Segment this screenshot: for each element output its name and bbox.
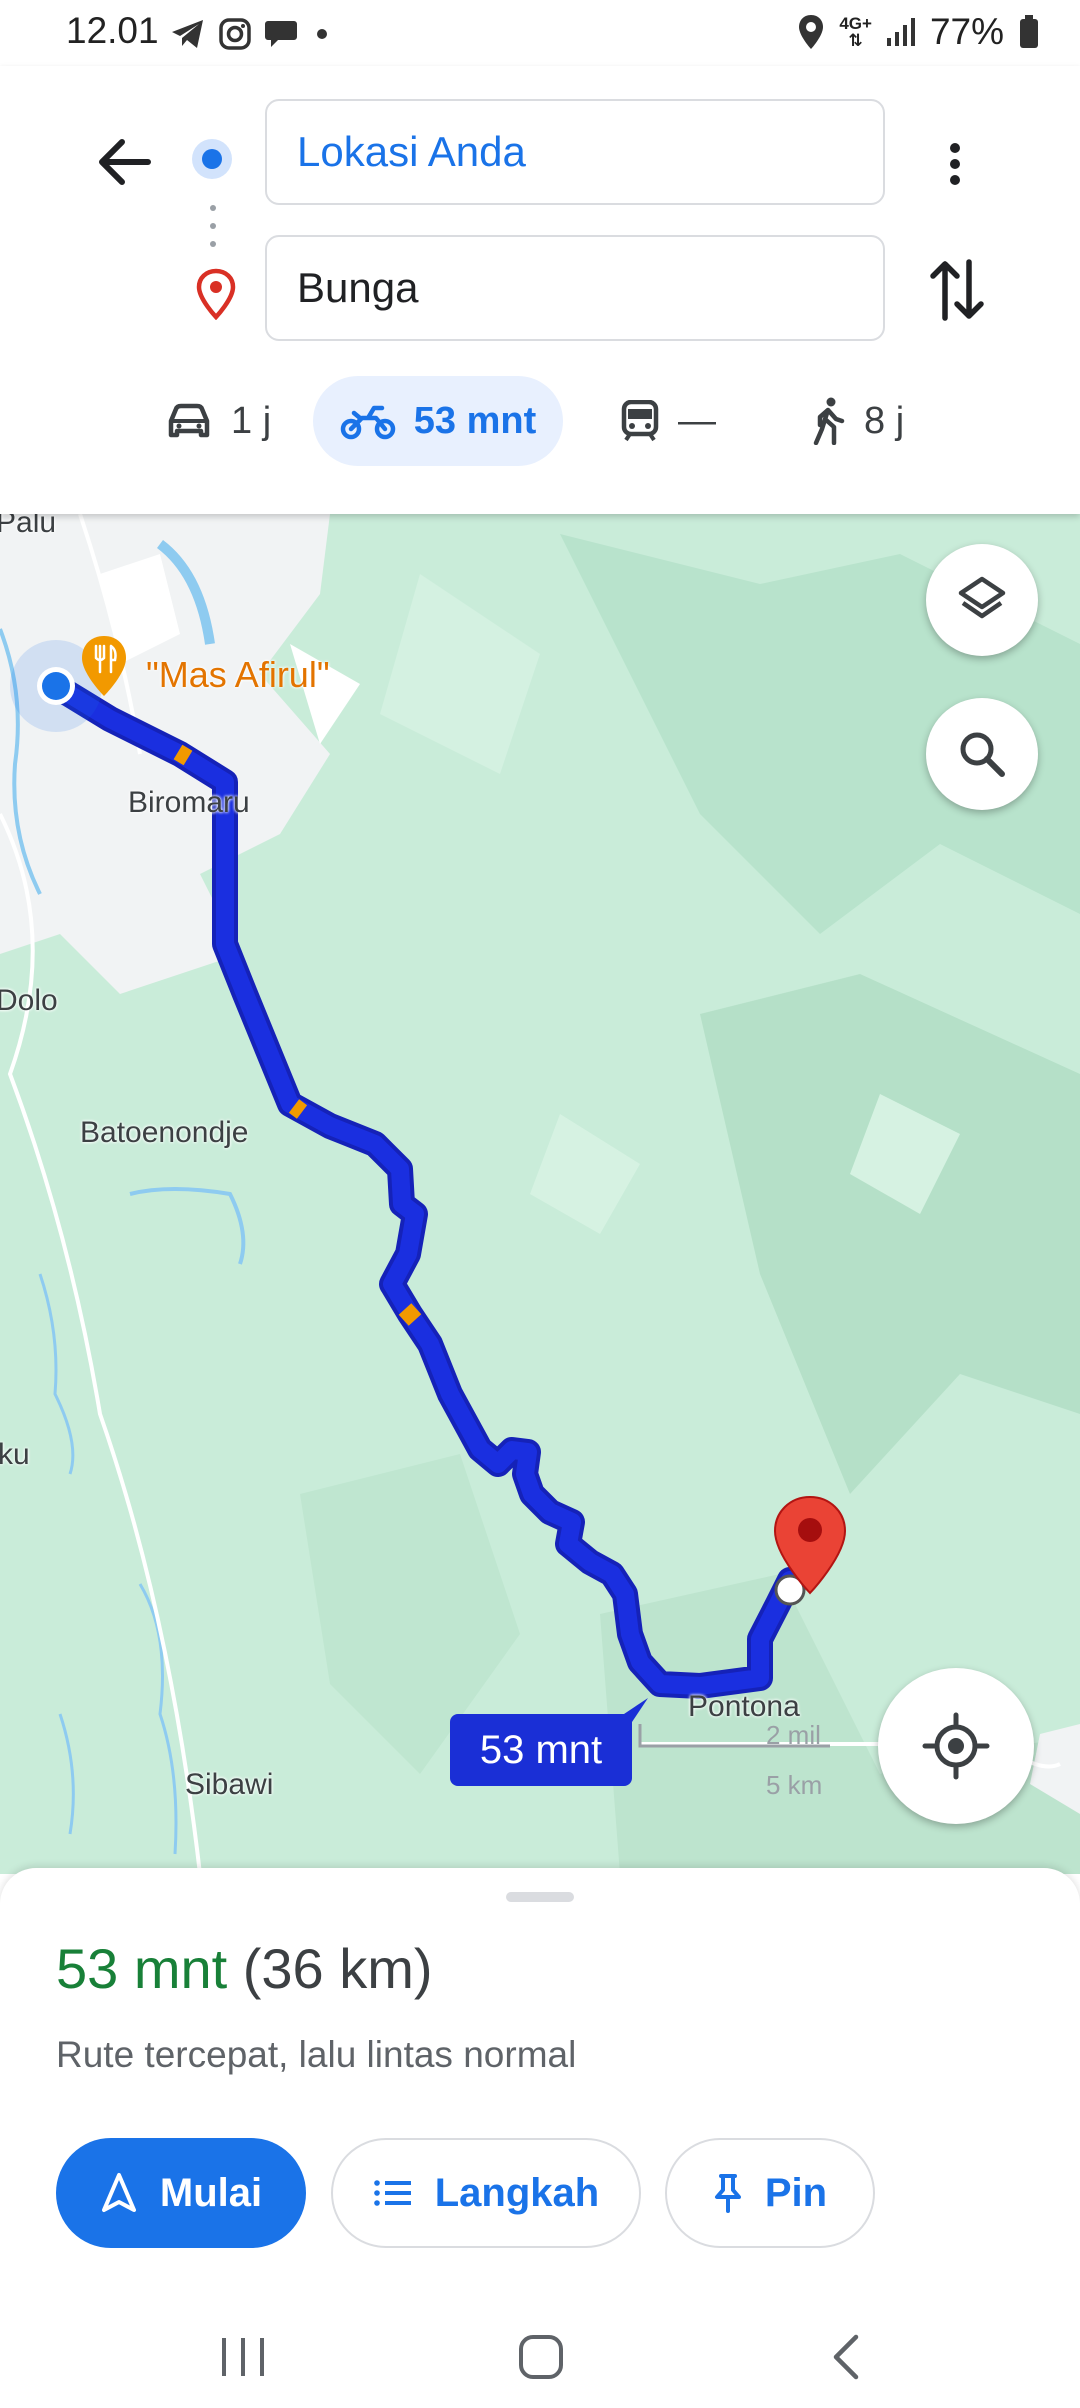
notification-icons <box>170 14 332 54</box>
motorcycle-icon <box>340 405 395 440</box>
map-label-dolo: Dolo <box>0 984 58 1017</box>
network-type: 4G+ ⇅ <box>839 14 872 50</box>
map-terrain <box>0 514 1080 1874</box>
route-time-label[interactable]: 53 mnt <box>450 1714 632 1786</box>
signal-icon <box>886 18 915 46</box>
mode-tab-walk[interactable]: 8 j <box>810 376 920 466</box>
status-right: 4G+ ⇅ 77% <box>797 10 1040 54</box>
my-location-icon <box>922 1712 990 1780</box>
navigation-icon <box>101 2173 136 2212</box>
sheet-drag-handle[interactable] <box>506 1892 574 1902</box>
map-label-biromaru: Biromaru <box>128 786 250 819</box>
pin-icon <box>714 2174 741 2213</box>
scale-miles: 2 mil <box>766 1720 821 1750</box>
mode-tab-car[interactable]: 1 j <box>165 376 295 466</box>
destination-marker-icon <box>773 1495 847 1595</box>
map-label-pontona: Pontona <box>688 1690 800 1723</box>
transit-icon <box>621 400 659 442</box>
start-button[interactable]: Mulai <box>56 2138 306 2248</box>
scale-km: 5 km <box>766 1770 823 1800</box>
travel-mode-tabs: 1 j 53 mnt — 8 j <box>0 376 1080 466</box>
pin-button[interactable]: Pin <box>665 2138 875 2248</box>
layers-button[interactable] <box>926 544 1038 656</box>
route-summary: 53 mnt (36 km) <box>56 1936 433 2001</box>
my-location-button[interactable] <box>878 1668 1034 1824</box>
origin-input[interactable]: Lokasi Anda <box>265 99 885 205</box>
layers-icon <box>958 576 1006 619</box>
back-button[interactable] <box>88 126 160 198</box>
steps-button[interactable]: Langkah <box>331 2138 641 2248</box>
route-duration: 53 mnt <box>56 1937 228 2000</box>
map-label-sibawi: Sibawi <box>185 1768 274 1801</box>
swap-vert-icon <box>930 259 984 321</box>
map-label-ku: ku <box>0 1438 30 1471</box>
telegram-icon <box>172 20 203 48</box>
map-view[interactable]: "Mas Afirul" Palu Biromaru Dolo Batoenon… <box>0 514 1080 1874</box>
home-icon[interactable] <box>516 2334 566 2380</box>
search-along-route-button[interactable] <box>926 698 1038 810</box>
swap-button[interactable] <box>925 254 989 326</box>
directions-header: Lokasi Anda Bunga 1 j 53 mnt — 8 j <box>0 66 1080 514</box>
status-bar: 12.01 4G+ ⇅ 77% <box>0 0 1080 66</box>
more-vert-icon <box>950 143 960 185</box>
route-distance: (36 km) <box>242 1937 433 2000</box>
more-options-button[interactable] <box>930 121 980 207</box>
route-description: Rute tercepat, lalu lintas normal <box>56 2034 577 2075</box>
dot-icon <box>317 29 327 39</box>
list-icon <box>373 2180 411 2206</box>
system-nav-bar <box>0 2308 1080 2408</box>
destination-input[interactable]: Bunga <box>265 235 885 341</box>
instagram-icon <box>219 18 251 50</box>
battery-icon <box>1020 15 1038 48</box>
recent-apps-icon[interactable] <box>218 2334 268 2380</box>
destination-pin-icon <box>196 268 236 320</box>
system-back-icon[interactable] <box>826 2334 866 2380</box>
status-time: 12.01 <box>66 10 159 51</box>
poi-restaurant-icon <box>82 636 126 696</box>
mode-tab-transit[interactable]: — <box>620 376 730 466</box>
walk-icon <box>813 397 845 445</box>
search-icon <box>960 732 1005 777</box>
poi-label[interactable]: "Mas Afirul" <box>146 654 330 696</box>
map-label-palu: Palu <box>0 514 57 539</box>
location-icon <box>799 15 824 49</box>
mode-tab-motorcycle[interactable]: 53 mnt <box>313 376 563 466</box>
battery-percent: 77% <box>929 11 1004 52</box>
route-time-pointer <box>612 1698 648 1722</box>
arrow-back-icon <box>99 139 151 185</box>
map-label-batoenondje: Batoenondje <box>80 1116 249 1149</box>
origin-dot-icon <box>192 139 232 179</box>
data-arrows-icon: ⇅ <box>848 31 863 50</box>
chat-icon <box>265 21 297 47</box>
car-icon <box>168 403 210 438</box>
route-summary-sheet: 53 mnt (36 km) Rute tercepat, lalu linta… <box>0 1868 1080 2408</box>
